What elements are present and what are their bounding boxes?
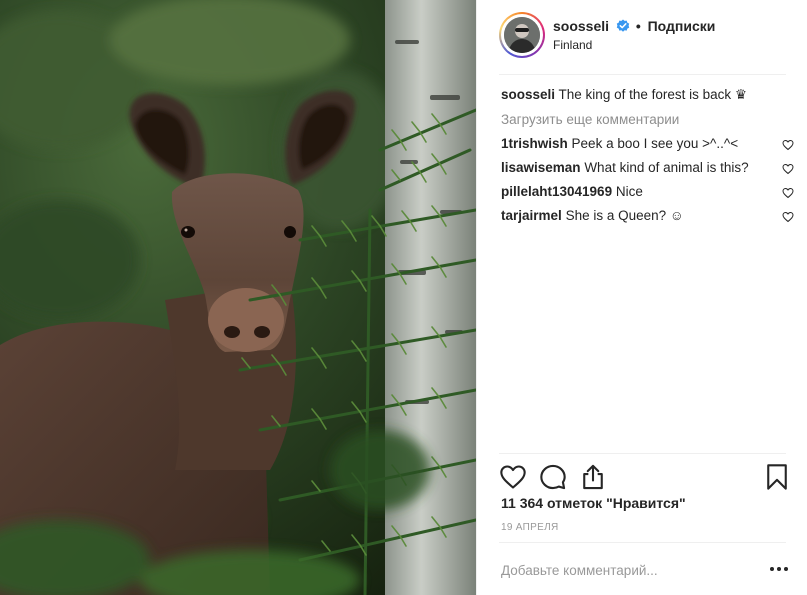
post-photo bbox=[0, 0, 476, 595]
story-ring[interactable] bbox=[499, 12, 545, 58]
comment-like-icon[interactable] bbox=[782, 138, 794, 156]
caption-text: The king of the forest is back ♛ bbox=[558, 87, 747, 102]
following-button[interactable]: Подписки bbox=[648, 18, 716, 34]
username-link[interactable]: soosseli bbox=[553, 18, 609, 34]
bookmark-icon bbox=[767, 464, 787, 490]
comment-input[interactable] bbox=[499, 556, 743, 584]
share-button[interactable] bbox=[579, 463, 607, 491]
post-side-panel: soosseli • Подписки Finland soosseli The… bbox=[476, 0, 807, 595]
comment-text: What kind of animal is this? bbox=[584, 160, 749, 175]
comment-item: pillelaht13041969 Nice bbox=[501, 183, 794, 207]
comment-username[interactable]: 1trishwish bbox=[501, 136, 568, 151]
location-link[interactable]: Finland bbox=[553, 38, 592, 52]
header-separator: • bbox=[635, 18, 641, 34]
caption-username[interactable]: soosseli bbox=[501, 87, 555, 102]
post-header: soosseli • Подписки Finland bbox=[477, 0, 807, 75]
share-icon bbox=[583, 464, 603, 490]
comment-like-icon[interactable] bbox=[782, 162, 794, 180]
comment-username[interactable]: tarjairmel bbox=[501, 208, 562, 223]
comment-text: She is a Queen? ☺ bbox=[565, 208, 684, 223]
comment-button[interactable] bbox=[539, 463, 567, 491]
comment-item: tarjairmel She is a Queen? ☺ bbox=[501, 207, 794, 231]
caption: soosseli The king of the forest is back … bbox=[501, 86, 791, 104]
moose-forest-photo bbox=[0, 0, 476, 595]
comment-text: Nice bbox=[615, 184, 643, 199]
more-options-button[interactable] bbox=[768, 562, 790, 576]
load-more-comments-button[interactable]: Загрузить еще комментарии bbox=[501, 111, 791, 129]
avatar[interactable] bbox=[504, 17, 540, 53]
save-button[interactable] bbox=[763, 463, 791, 491]
comment-icon bbox=[540, 464, 566, 490]
add-comment-bar bbox=[477, 542, 807, 595]
verified-badge-icon bbox=[616, 19, 630, 36]
heart-icon bbox=[500, 465, 526, 489]
avatar-image bbox=[504, 17, 540, 53]
comment-like-icon[interactable] bbox=[782, 210, 794, 228]
header-divider bbox=[499, 74, 786, 75]
post-date[interactable]: 19 АПРЕЛЯ bbox=[501, 522, 558, 533]
actions-divider bbox=[499, 453, 786, 454]
comment-bar-divider bbox=[499, 542, 786, 543]
instagram-post-view: soosseli • Подписки Finland soosseli The… bbox=[0, 0, 807, 595]
comments-list: soosseli The king of the forest is back … bbox=[501, 86, 794, 231]
comment-username[interactable]: pillelaht13041969 bbox=[501, 184, 612, 199]
comment-username[interactable]: lisawiseman bbox=[501, 160, 581, 175]
likes-count[interactable]: 11 364 отметок "Нравится" bbox=[501, 495, 686, 511]
comment-item: 1trishwish Peek a boo I see you >^..^< bbox=[501, 135, 794, 159]
comment-item: lisawiseman What kind of animal is this? bbox=[501, 159, 794, 183]
header-user-line: soosseli • Подписки bbox=[553, 18, 715, 36]
more-icon bbox=[770, 567, 788, 571]
comment-like-icon[interactable] bbox=[782, 186, 794, 204]
like-button[interactable] bbox=[499, 463, 527, 491]
comment-text: Peek a boo I see you >^..^< bbox=[571, 136, 739, 151]
